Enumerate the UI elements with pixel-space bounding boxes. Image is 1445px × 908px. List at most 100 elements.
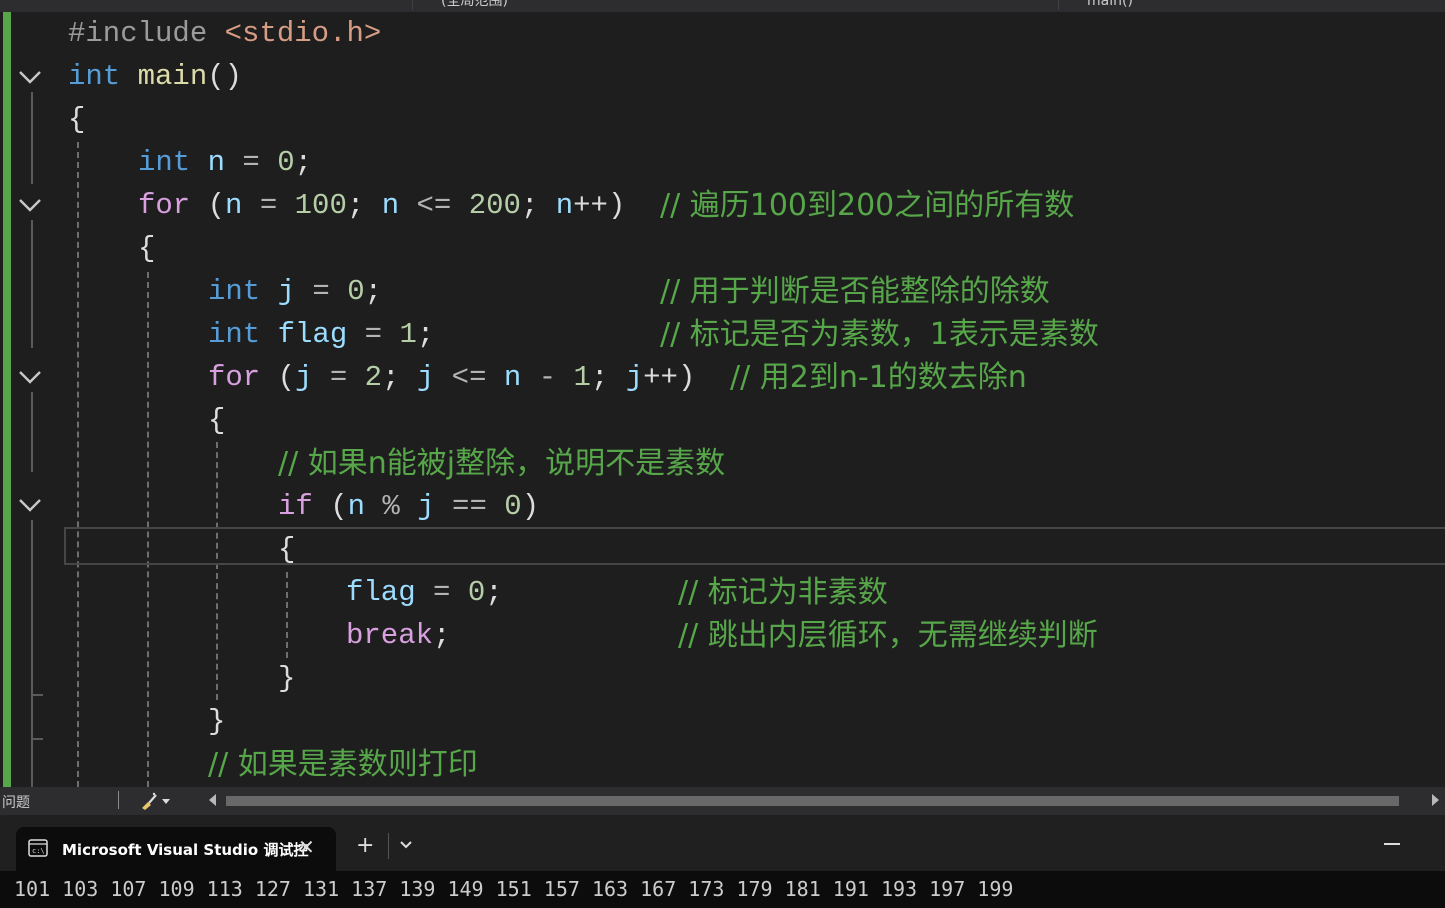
code-line[interactable]: int j = 0; // 用于判断是否能整除的除数 [0,270,1445,313]
chevron-down-icon[interactable] [398,839,414,851]
code-token: break [346,619,434,652]
code-token: j [277,275,296,308]
code-comment: // 遍历100到200之间的所有数 [660,188,1075,223]
code-line[interactable]: int flag = 1; // 标记是否为素数，1表示是素数 [0,313,1445,356]
code-token: n [225,189,243,222]
code-text: int flag = 1; [208,313,434,356]
status-separator [118,791,119,809]
visual-studio-window: (全局范围) main() #include <stdio.h> int main… [0,0,1445,908]
console-tab-title: Microsoft Visual Studio 调试控 [62,841,309,859]
code-token: if [278,490,313,523]
code-cleanup-brush-icon[interactable] [138,791,178,811]
code-token: - [521,361,574,394]
code-line[interactable]: // 如果是素数则打印 [0,743,1445,786]
code-token: ; [294,146,313,179]
svg-text:c:\: c:\ [32,847,45,855]
code-line[interactable]: break; // 跳出内层循环，无需继续判断 [0,614,1445,657]
code-token: 0 [504,490,522,523]
code-text: } [278,657,295,700]
code-line[interactable]: { [0,98,1445,141]
code-token: 1 [399,318,417,351]
code-line[interactable]: } [0,700,1445,743]
code-token: j [417,490,435,523]
code-text: int main() [68,55,242,98]
code-token: ; [520,189,556,222]
minimize-icon[interactable] [1384,843,1400,845]
code-token: ++) [643,361,696,394]
code-token: } [208,705,226,738]
code-comment: // 如果n能被j整除，说明不是素数 [278,446,726,481]
code-line[interactable]: for (n = 100; n <= 200; n++) // 遍历100到200… [0,184,1445,227]
code-token: } [278,662,296,695]
code-token: ; [433,619,451,652]
code-text: if (n % j == 0) [278,485,539,528]
code-token: { [138,232,156,265]
issues-label[interactable]: 问题 [2,792,30,812]
console-tab[interactable]: c:\ Microsoft Visual Studio 调试控 ✕ [16,827,336,871]
code-token: int [208,275,261,308]
code-token: <= [399,189,469,222]
member-dropdown[interactable]: main() [1058,0,1445,10]
code-line[interactable]: { [0,528,1445,571]
code-token: ; [416,318,435,351]
terminal-tab-bar: c:\ Microsoft Visual Studio 调试控 ✕ + [0,815,1445,871]
code-text: for (j = 2; j <= n - 1; j++) [208,356,695,399]
code-line[interactable]: // 如果n能被j整除，说明不是素数 [0,442,1445,485]
new-tab-button[interactable]: + [356,833,374,858]
code-line[interactable]: int n = 0; [0,141,1445,184]
scrollbar-thumb[interactable] [226,796,1399,806]
code-token: ; [485,576,503,609]
code-token: 100 [294,189,347,222]
code-token: <stdio.h> [224,17,382,50]
code-token: ; [364,275,383,308]
scope-dropdown[interactable]: (全局范围) [412,0,1081,10]
scope-label: (全局范围) [441,0,508,9]
horizontal-scrollbar[interactable] [226,796,1399,806]
member-label: main() [1087,0,1133,9]
scroll-right-icon[interactable] [1430,793,1440,811]
code-token: ; [382,361,417,394]
code-line[interactable]: int main() [0,55,1445,98]
code-token: j [416,361,435,394]
code-token: = [225,146,278,179]
console-app-icon: c:\ [28,839,48,857]
code-token: n [555,189,574,222]
close-tab-icon[interactable]: ✕ [298,835,315,859]
debug-console: c:\ Microsoft Visual Studio 调试控 ✕ + 101 … [0,815,1445,908]
code-text: flag = 0; [346,571,503,614]
code-token: <= [434,361,504,394]
code-comment: // 标记是否为素数，1表示是素数 [660,317,1099,352]
code-line[interactable]: { [0,227,1445,270]
code-line[interactable]: if (n % j == 0) [0,485,1445,528]
code-token: 0 [347,275,365,308]
code-text: for (n = 100; n <= 200; n++) [138,184,625,227]
code-text: { [68,98,85,141]
code-token: 0 [467,576,486,609]
code-comment: // 如果是素数则打印 [208,747,478,782]
code-line[interactable]: for (j = 2; j <= n - 1; j++)// 用2到n-1的数去… [0,356,1445,399]
code-text: { [278,528,295,571]
code-text: break; [346,614,450,657]
code-text: #include <stdio.h> [68,12,381,55]
code-line[interactable]: #include <stdio.h> [0,12,1445,55]
code-token: { [278,533,296,566]
code-token: % [365,490,418,523]
code-token: ) [521,490,540,523]
code-token: main [137,60,208,93]
code-line[interactable]: { [0,399,1445,442]
code-text: { [138,227,155,270]
code-token: flag [346,576,416,609]
code-token: = [347,318,400,351]
console-output: 101 103 107 109 113 127 131 137 139 149 … [14,877,1014,901]
code-token: 1 [573,361,591,394]
code-editor[interactable]: #include <stdio.h> int main(){int n = 0; f… [0,12,1445,787]
code-line[interactable]: flag = 0; // 标记为非素数 [0,571,1445,614]
code-token: = [295,275,348,308]
code-line[interactable]: } [0,657,1445,700]
code-comment: // 用于判断是否能整除的除数 [660,274,1050,309]
code-token: j [625,361,644,394]
scroll-left-icon[interactable] [208,793,218,811]
